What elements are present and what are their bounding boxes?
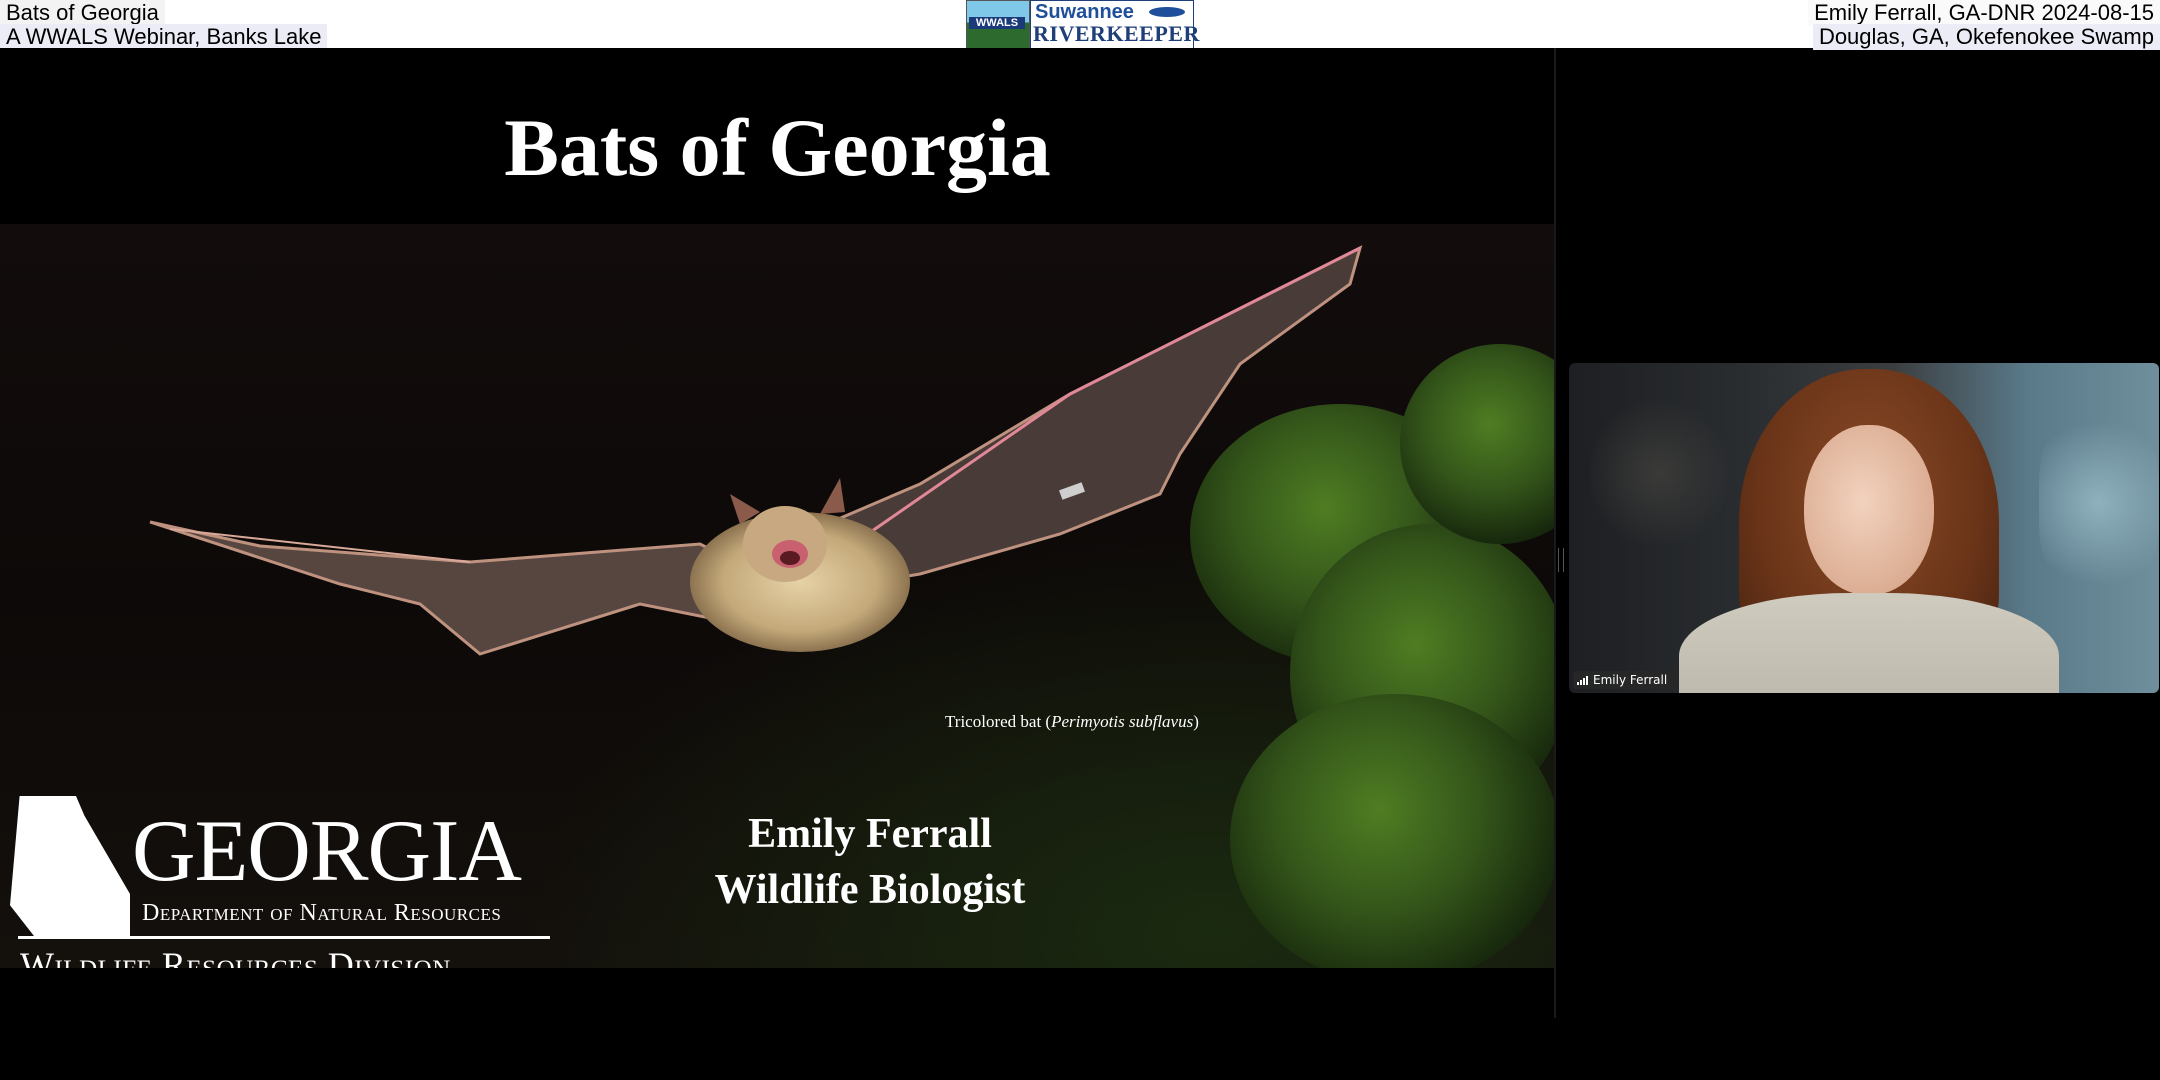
shared-slide: Bats of Georgia Tricolored bat (Perimyot… — [0, 48, 1555, 968]
presenter-role: Wildlife Biologist — [714, 867, 1026, 913]
logo-georgia-text: GEORGIA — [132, 803, 522, 900]
caption-species: Perimyotis subflavus — [1051, 712, 1194, 731]
fish-icon — [1149, 7, 1185, 17]
photo-caption: Tricolored bat (Perimyotis subflavus) — [945, 712, 1199, 732]
header-subtitle: A WWALS Webinar, Banks Lake — [0, 24, 328, 50]
video-background — [1589, 393, 1729, 553]
header-title: Bats of Georgia — [0, 0, 165, 26]
wwals-logo: WWALS — [966, 0, 1030, 50]
wwals-logo-text: WWALS — [969, 17, 1025, 29]
georgia-dnr-logo: GEORGIA Department of Natural Resources … — [10, 796, 550, 968]
header-presenter-date: Emily Ferrall, GA-DNR 2024-08-15 — [1808, 0, 2160, 26]
caption-suffix: ) — [1193, 712, 1199, 731]
header-location: Douglas, GA, Okefenokee Swamp — [1812, 24, 2160, 50]
signal-strength-icon — [1577, 675, 1589, 685]
panel-divider — [1554, 48, 1556, 1018]
participant-face — [1804, 425, 1934, 595]
caption-prefix: Tricolored bat ( — [945, 712, 1052, 731]
participant-name-label: Emily Ferrall — [1573, 671, 1674, 689]
logo-division-text: Wildlife Resources Division — [20, 945, 451, 968]
participant-name: Emily Ferrall — [1593, 673, 1668, 687]
slide-title: Bats of Georgia — [504, 102, 1051, 193]
bat-image — [149, 245, 1363, 656]
bat-photo: Tricolored bat (Perimyotis subflavus) GE… — [0, 224, 1555, 968]
logo-department-text: Department of Natural Resources — [142, 900, 502, 926]
foliage-decoration — [1230, 694, 1555, 968]
suwannee-riverkeeper-logo: Suwannee RIVERKEEPER — [1030, 0, 1199, 50]
logo-divider — [18, 936, 550, 939]
panel-resize-handle[interactable] — [1558, 548, 1564, 572]
presenter-name: Emily Ferrall — [748, 811, 992, 857]
participant-video-tile[interactable]: Emily Ferrall — [1569, 363, 2159, 693]
georgia-state-outline-icon — [10, 796, 130, 936]
presenter-block: Emily Ferrall Wildlife Biologist — [690, 806, 1050, 918]
video-background — [2039, 403, 2159, 603]
riverkeeper-logo-line2: RIVERKEEPER — [1033, 21, 1200, 46]
participant-body — [1679, 593, 2059, 693]
